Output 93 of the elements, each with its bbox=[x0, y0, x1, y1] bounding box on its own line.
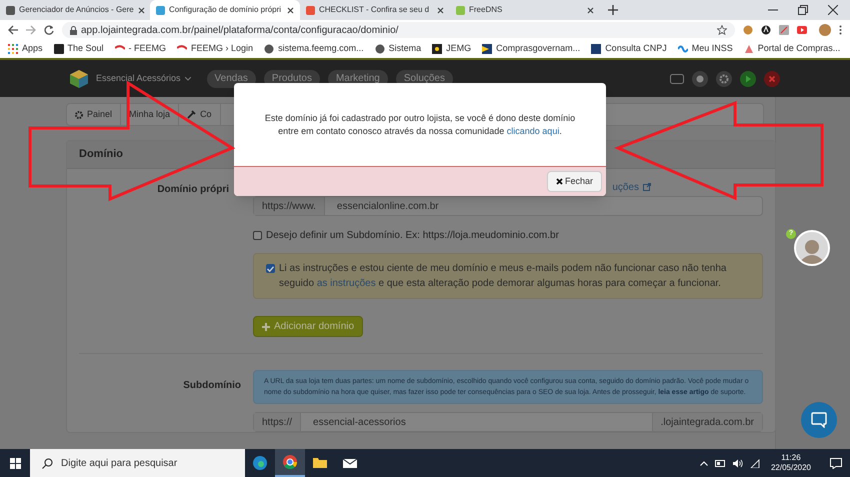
folder-icon bbox=[312, 455, 328, 471]
taskbar-app-button[interactable] bbox=[275, 449, 305, 477]
input-value: essencial-acessorios bbox=[312, 416, 407, 430]
bookmark-icon bbox=[678, 44, 688, 54]
screen-icon[interactable] bbox=[670, 74, 684, 84]
bookmark-icon bbox=[482, 44, 492, 54]
bookmark[interactable]: Consulta CNPJ bbox=[591, 42, 667, 56]
star-icon[interactable] bbox=[717, 25, 727, 35]
bookmark-icon bbox=[54, 44, 64, 54]
new-tab-icon[interactable] bbox=[608, 5, 618, 15]
settings-icon bbox=[75, 110, 83, 118]
lock-icon bbox=[70, 26, 77, 34]
modal-message: Este domínio já foi cadastrado por outro lojista, se você é dono deste domínio entre em contato conosco através da nossa comunidade clicando aqui. bbox=[264, 112, 576, 138]
windows-logo-icon bbox=[10, 458, 20, 468]
check-icon bbox=[267, 266, 274, 272]
bookmark[interactable]: JEMG bbox=[432, 42, 472, 56]
battery-icon[interactable] bbox=[714, 459, 726, 467]
back-icon[interactable] bbox=[8, 25, 18, 35]
taskbar-search-field[interactable]: Digite aqui para pesquisar bbox=[30, 449, 245, 477]
restore-icon[interactable] bbox=[798, 5, 808, 15]
tab-title: Gerenciador de Anúncios - Gere bbox=[19, 4, 134, 16]
community-link[interactable]: clicando aqui bbox=[506, 126, 560, 136]
breadcrumb-item[interactable]: Co bbox=[179, 104, 221, 125]
input-value: essencialonline.com.br bbox=[336, 200, 440, 214]
close-icon[interactable] bbox=[587, 6, 594, 14]
input-prefix: https://www. bbox=[254, 197, 325, 215]
chat-button[interactable] bbox=[801, 402, 837, 438]
field-label: Subdomínio bbox=[183, 379, 241, 393]
bookmark-icon bbox=[264, 44, 274, 54]
browser-tab[interactable]: Configuração de domínio própri bbox=[150, 0, 300, 20]
breadcrumb-item[interactable]: Painel bbox=[67, 104, 122, 125]
input-suffix: .lojaintegrada.com.br bbox=[652, 413, 762, 431]
checkbox[interactable] bbox=[253, 231, 262, 240]
bookmark-icon bbox=[8, 44, 18, 54]
store-selector[interactable]: Essencial Acessórios bbox=[96, 72, 191, 86]
bookmark-icon bbox=[744, 44, 754, 54]
checkbox[interactable] bbox=[266, 264, 275, 273]
checkbox-label: Desejo definir um Subdomínio. Ex: https://loja.meudominio.com.br bbox=[266, 229, 559, 243]
bookmark-icon bbox=[591, 44, 602, 54]
bookmark[interactable]: Portal de Compras... bbox=[744, 42, 840, 56]
bookmark[interactable]: Apps bbox=[8, 42, 43, 56]
volume-icon[interactable] bbox=[732, 458, 743, 468]
tab-title: Configuração de domínio própri bbox=[169, 4, 282, 16]
edge-icon bbox=[252, 455, 268, 471]
tab-favicon-icon bbox=[456, 6, 465, 14]
bookmark[interactable]: - FEEMG bbox=[114, 42, 166, 56]
settings-icon[interactable] bbox=[716, 70, 732, 86]
close-icon[interactable] bbox=[828, 5, 838, 15]
close-icon[interactable] bbox=[138, 6, 145, 14]
card-title: Domínio bbox=[79, 147, 123, 162]
menu-icon[interactable] bbox=[839, 25, 842, 35]
bookmark[interactable]: Sistema bbox=[374, 42, 422, 56]
breadcrumb-item[interactable]: Minha loja bbox=[121, 104, 180, 125]
bookmark[interactable]: sistema.feemg.com... bbox=[264, 42, 364, 56]
chevron-up-icon[interactable] bbox=[700, 460, 708, 466]
agreement-text: Li as instruções e estou ciente de meu domínio e meus e-mails podem não funcionar caso não tenha seguido as instruções e que esta alteração pode demorar algumas horas para começar a funcionar. bbox=[279, 262, 728, 291]
external-link-icon bbox=[643, 183, 651, 191]
reload-icon[interactable] bbox=[44, 25, 54, 35]
avatar-icon[interactable] bbox=[819, 24, 831, 36]
tab-favicon-icon bbox=[6, 6, 15, 14]
play-icon[interactable] bbox=[740, 70, 756, 86]
bookmark[interactable]: Meu INSS bbox=[678, 42, 733, 56]
url-input-field[interactable]: https:// essencial-acessorios .lojaintegrada.com.br bbox=[253, 412, 763, 432]
close-button[interactable]: Fechar bbox=[546, 171, 602, 192]
tab-title: FreeDNS bbox=[469, 4, 504, 16]
bookmark[interactable]: Comprasgovernam... bbox=[482, 42, 580, 56]
search-icon bbox=[42, 458, 53, 468]
caret-icon bbox=[184, 76, 191, 80]
wrench-icon bbox=[187, 110, 196, 119]
bookmark[interactable]: The Soul bbox=[54, 42, 104, 56]
field-label: Domínio própri bbox=[157, 183, 229, 197]
extension-icon[interactable] bbox=[761, 25, 771, 35]
url-input-field[interactable]: https://www. essencialonline.com.br bbox=[253, 196, 763, 216]
browser-tab[interactable]: CHECKLIST - Confira se seu d bbox=[300, 0, 450, 20]
close-icon[interactable] bbox=[287, 6, 294, 14]
tab-title: CHECKLIST - Confira se seu d bbox=[319, 4, 430, 16]
address-field[interactable]: app.lojaintegrada.com.br/painel/plataforma/conta/configuracao/dominio/ bbox=[62, 22, 735, 38]
taskbar-clock[interactable]: 11:26 22/05/2020 bbox=[766, 453, 815, 473]
cube-logo-icon bbox=[70, 70, 88, 88]
input-prefix: https:// bbox=[254, 413, 302, 431]
close-icon bbox=[556, 178, 563, 185]
tab-favicon-icon bbox=[306, 6, 315, 14]
plus-icon bbox=[262, 322, 270, 330]
browser-tab[interactable]: Gerenciador de Anúncios - Gere bbox=[0, 0, 150, 20]
close-icon[interactable] bbox=[437, 6, 444, 14]
bookmark-icon bbox=[432, 44, 442, 54]
chrome-icon bbox=[282, 454, 298, 470]
tab-favicon-icon bbox=[156, 6, 165, 14]
chat-icon bbox=[811, 412, 827, 428]
browser-tab[interactable]: FreeDNS bbox=[450, 0, 600, 20]
bookmark-icon bbox=[374, 44, 385, 54]
bookmark[interactable]: FEEMG › Login bbox=[177, 42, 254, 56]
notification-icon[interactable] bbox=[830, 458, 842, 468]
